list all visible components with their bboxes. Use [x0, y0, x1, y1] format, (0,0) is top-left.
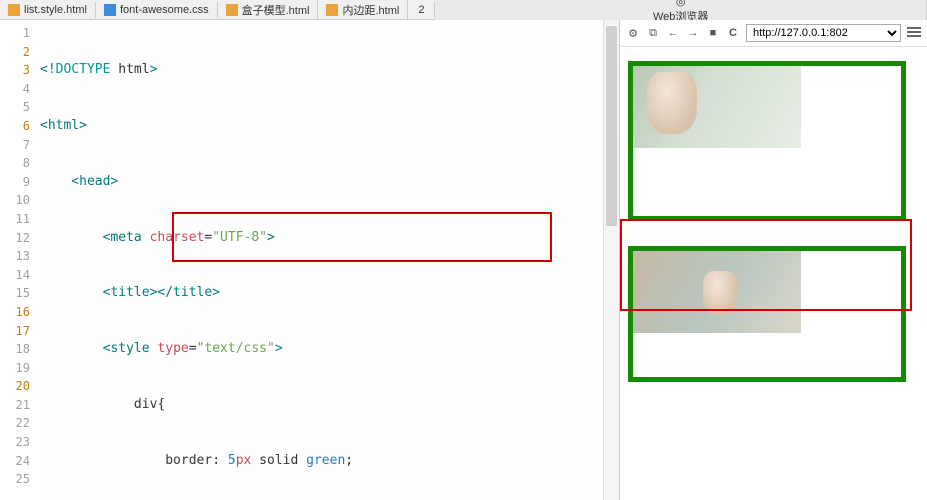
menu-icon[interactable]: [907, 26, 921, 40]
browser-viewport: [620, 47, 927, 500]
lineno: 25: [0, 470, 30, 489]
editor-scrollbar[interactable]: [603, 20, 619, 500]
lineno: 14: [0, 266, 30, 285]
lineno: 6: [0, 117, 30, 136]
back-icon[interactable]: ←: [666, 26, 680, 40]
lineno: 24: [0, 452, 30, 471]
forward-icon[interactable]: →: [686, 26, 700, 40]
lineno: 11: [0, 210, 30, 229]
tab-list-style[interactable]: list.style.html: [0, 2, 96, 18]
lineno: 23: [0, 433, 30, 452]
lineno: 8: [0, 154, 30, 173]
tab-padding[interactable]: 内边距.html: [318, 0, 408, 20]
lineno: 21: [0, 396, 30, 415]
lineno: 13: [0, 247, 30, 266]
html-icon: [326, 4, 338, 16]
lineno: 20: [0, 377, 30, 396]
lineno: 17: [0, 322, 30, 341]
lineno: 19: [0, 359, 30, 378]
tab-box-model[interactable]: 盒子模型.html: [218, 0, 319, 20]
lineno: 2: [0, 43, 30, 62]
tab-font-awesome[interactable]: font-awesome.css: [96, 2, 218, 18]
tabbar: list.style.html font-awesome.css 盒子模型.ht…: [0, 0, 927, 20]
preview-box-2: [628, 246, 906, 382]
lineno: 10: [0, 191, 30, 210]
tab-label: 盒子模型.html: [242, 2, 310, 18]
lineno: 9: [0, 173, 30, 192]
scrollbar-thumb[interactable]: [606, 26, 617, 226]
browser-panel: ⚙ ⧉ ← → ■ C http://127.0.0.1:802: [620, 20, 927, 500]
code-editor[interactable]: 1 2 3 4 5 6 7 8 9 10 11 12 13 14 15 16 1…: [0, 20, 620, 500]
ide-app: list.style.html font-awesome.css 盒子模型.ht…: [0, 0, 927, 500]
tab-more[interactable]: 2: [408, 2, 435, 18]
reload-icon[interactable]: C: [726, 26, 740, 40]
lineno: 16: [0, 303, 30, 322]
css-icon: [104, 4, 116, 16]
code-area[interactable]: <!DOCTYPE html> <html> <head> <meta char…: [36, 20, 603, 500]
line-gutter: 1 2 3 4 5 6 7 8 9 10 11 12 13 14 15 16 1…: [0, 20, 36, 500]
html-icon: [8, 4, 20, 16]
lineno: 12: [0, 229, 30, 248]
stop-icon[interactable]: ■: [706, 26, 720, 40]
lineno: 7: [0, 136, 30, 155]
workspace: 1 2 3 4 5 6 7 8 9 10 11 12 13 14 15 16 1…: [0, 20, 927, 500]
lineno: 3: [0, 61, 30, 80]
popout-icon[interactable]: ⧉: [646, 26, 660, 40]
tab-label: 内边距.html: [342, 2, 399, 18]
lineno: 15: [0, 284, 30, 303]
tab-label: list.style.html: [24, 4, 87, 16]
tab-label: 2: [418, 4, 424, 16]
url-select[interactable]: http://127.0.0.1:802: [746, 24, 901, 42]
lineno: 5: [0, 98, 30, 117]
preview-box-1: [628, 61, 906, 221]
tab-label: font-awesome.css: [120, 4, 209, 16]
lineno: 4: [0, 80, 30, 99]
url-bar[interactable]: http://127.0.0.1:802: [746, 24, 901, 42]
lineno: 18: [0, 340, 30, 359]
browser-toolbar: ⚙ ⧉ ← → ■ C http://127.0.0.1:802: [620, 20, 927, 47]
lineno: 1: [0, 24, 30, 43]
gear-icon[interactable]: ⚙: [626, 26, 640, 40]
html-icon: [226, 4, 238, 16]
preview-image-2: [633, 251, 801, 333]
lineno: 22: [0, 414, 30, 433]
preview-image-1: [633, 66, 801, 148]
